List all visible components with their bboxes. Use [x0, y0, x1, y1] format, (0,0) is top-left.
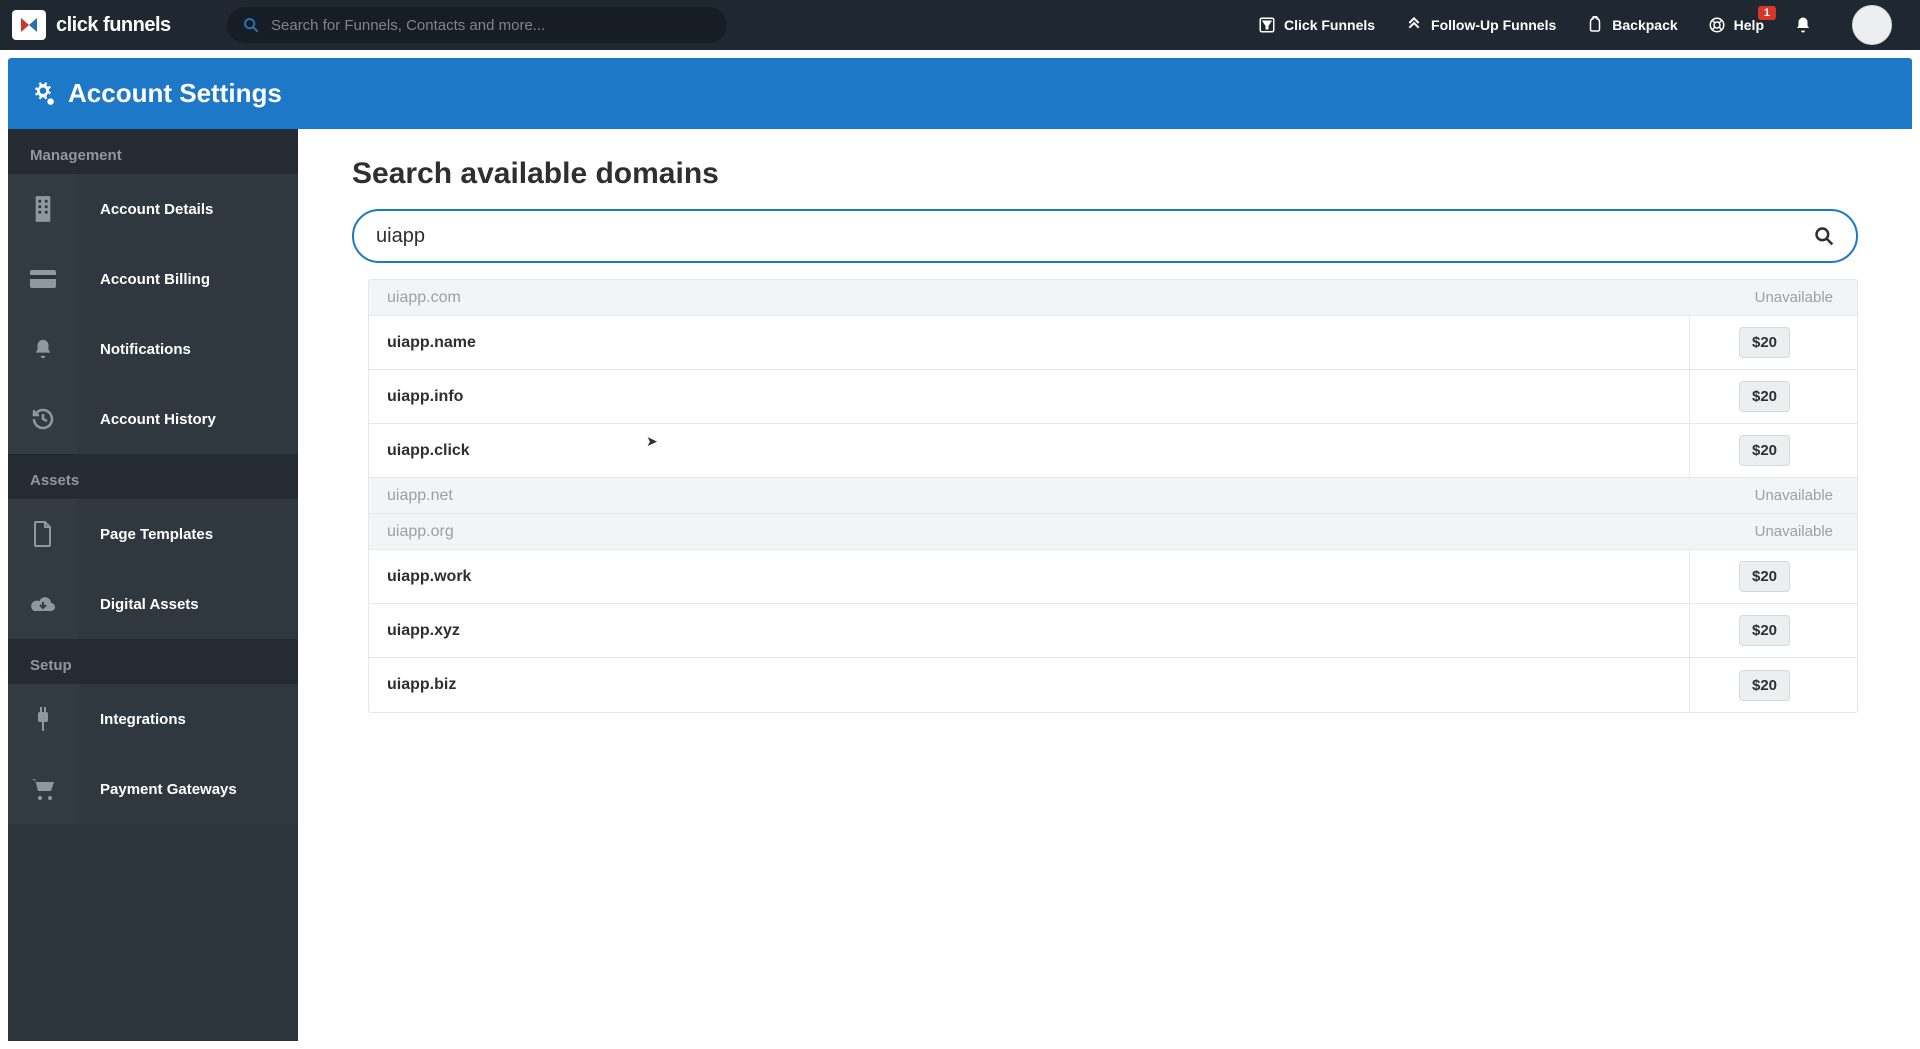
sidebar-item-payment-gateways[interactable]: Payment Gateways [8, 754, 298, 824]
nav-label: Follow-Up Funnels [1431, 17, 1556, 33]
domain-results: uiapp.comUnavailableuiapp.name$20uiapp.i… [368, 279, 1858, 713]
unavailable-label: Unavailable [1755, 487, 1839, 504]
sidebar: Management Account Details Account Billi… [8, 129, 298, 1041]
buy-domain-button[interactable]: $20 [1739, 327, 1790, 358]
history-icon [8, 384, 78, 454]
sidebar-item-integrations[interactable]: Integrations [8, 684, 298, 754]
price-cell: $20 [1689, 370, 1839, 423]
plug-icon [8, 684, 78, 754]
domain-name: uiapp.com [387, 289, 461, 307]
domain-result-row: uiapp.com Unavailable [369, 280, 1857, 316]
status-cell: Unavailable [1689, 514, 1839, 549]
domain-name: uiapp.org [387, 523, 454, 541]
sidebar-section-assets: Assets [8, 454, 298, 499]
nav-label: Backpack [1612, 17, 1677, 33]
page-title: Account Settings [68, 78, 282, 109]
buy-domain-button[interactable]: $20 [1739, 435, 1790, 466]
buy-domain-button[interactable]: $20 [1739, 381, 1790, 412]
sidebar-item-digital-assets[interactable]: Digital Assets [8, 569, 298, 639]
sidebar-item-label: Integrations [78, 684, 298, 754]
domain-search-input[interactable] [376, 225, 1814, 248]
logo[interactable]: click funnels [12, 10, 227, 40]
avatar[interactable] [1852, 5, 1892, 45]
sidebar-item-account-history[interactable]: Account History [8, 384, 298, 454]
domain-search[interactable] [352, 209, 1858, 263]
sidebar-item-label: Digital Assets [78, 569, 298, 639]
domain-name: uiapp.info [387, 388, 463, 406]
sidebar-item-label: Payment Gateways [78, 754, 298, 824]
sidebar-item-label: Account Details [78, 174, 298, 244]
cloud-download-icon [8, 569, 78, 639]
brand-text: click funnels [56, 14, 171, 37]
price-cell: $20 [1689, 604, 1839, 657]
notifications-bell-icon[interactable] [1794, 16, 1812, 34]
domain-result-row: uiapp.work $20 [369, 550, 1857, 604]
unavailable-label: Unavailable [1755, 523, 1839, 540]
sidebar-item-page-templates[interactable]: Page Templates [8, 499, 298, 569]
sidebar-section-setup: Setup [8, 639, 298, 684]
domain-name: uiapp.xyz [387, 622, 460, 640]
global-search-input[interactable] [271, 17, 711, 34]
nav-label: Click Funnels [1284, 17, 1375, 33]
gears-icon [30, 81, 56, 107]
sidebar-item-notifications[interactable]: Notifications [8, 314, 298, 384]
search-icon[interactable] [1814, 226, 1834, 246]
sidebar-item-label: Notifications [78, 314, 298, 384]
help-badge: 1 [1758, 6, 1776, 20]
status-cell: Unavailable [1689, 280, 1839, 315]
status-cell: Unavailable [1689, 478, 1839, 513]
sidebar-item-label: Page Templates [78, 499, 298, 569]
domain-result-row: uiapp.org Unavailable [369, 514, 1857, 550]
domain-result-row: uiapp.net Unavailable [369, 478, 1857, 514]
buy-domain-button[interactable]: $20 [1739, 615, 1790, 646]
topnav: click funnels Click Funnels Follow-Up Fu… [0, 0, 1920, 50]
credit-card-icon [8, 244, 78, 314]
domain-name: uiapp.work [387, 568, 471, 586]
sidebar-section-management: Management [8, 129, 298, 174]
sidebar-item-label: Account History [78, 384, 298, 454]
sidebar-item-account-details[interactable]: Account Details [8, 174, 298, 244]
buy-domain-button[interactable]: $20 [1739, 670, 1790, 701]
unavailable-label: Unavailable [1755, 289, 1839, 306]
domain-name: uiapp.name [387, 334, 476, 352]
main-heading: Search available domains [352, 157, 1858, 191]
search-icon [243, 17, 259, 33]
nav-backpack[interactable]: Backpack [1586, 16, 1677, 34]
file-icon [8, 499, 78, 569]
domain-name: uiapp.click [387, 442, 470, 460]
page-header: Account Settings [8, 58, 1912, 129]
price-cell: $20 [1689, 658, 1839, 712]
global-search[interactable] [227, 7, 727, 43]
domain-result-row: uiapp.name $20 [369, 316, 1857, 370]
sidebar-item-label: Account Billing [78, 244, 298, 314]
domain-name: uiapp.net [387, 487, 453, 505]
funnel-icon [1258, 16, 1276, 34]
price-cell: $20 [1689, 550, 1839, 603]
sidebar-item-account-billing[interactable]: Account Billing [8, 244, 298, 314]
nav-followup[interactable]: Follow-Up Funnels [1405, 16, 1556, 34]
chevrons-up-icon [1405, 16, 1423, 34]
buy-domain-button[interactable]: $20 [1739, 561, 1790, 592]
nav-help[interactable]: Help 1 [1708, 16, 1764, 34]
price-cell: $20 [1689, 316, 1839, 369]
logo-mark-icon [12, 10, 46, 40]
bell-icon [8, 314, 78, 384]
backpack-icon [1586, 16, 1604, 34]
domain-result-row: uiapp.biz $20 [369, 658, 1857, 712]
domain-result-row: uiapp.info $20 [369, 370, 1857, 424]
help-icon [1708, 16, 1726, 34]
main-content: Search available domains uiapp.com Unavai… [298, 129, 1912, 1041]
price-cell: $20 [1689, 424, 1839, 477]
cart-icon [8, 754, 78, 824]
topnav-links: Click Funnels Follow-Up Funnels Backpack… [1258, 5, 1908, 45]
domain-result-row: uiapp.click $20 [369, 424, 1857, 478]
nav-clickfunnels[interactable]: Click Funnels [1258, 16, 1375, 34]
domain-result-row: uiapp.xyz $20 [369, 604, 1857, 658]
domain-name: uiapp.biz [387, 676, 456, 694]
building-icon [8, 174, 78, 244]
